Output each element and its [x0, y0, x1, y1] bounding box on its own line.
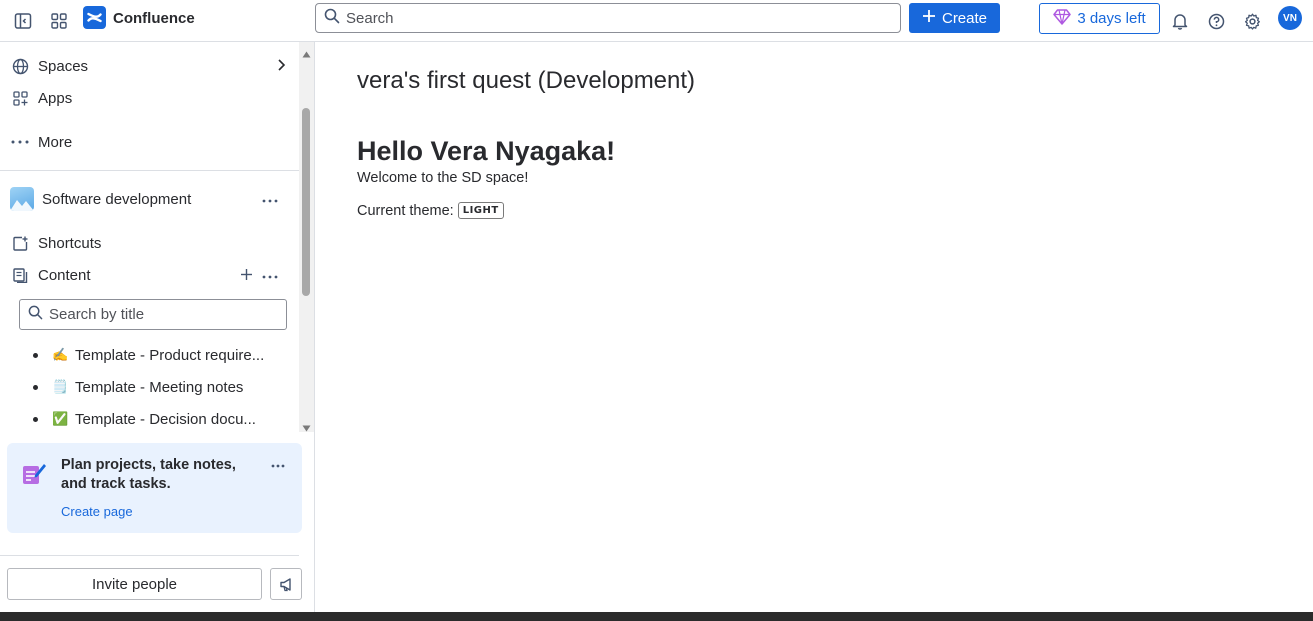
search-placeholder: Search — [346, 9, 394, 27]
sidebar-item-label: More — [38, 133, 73, 151]
promo-more-icon[interactable] — [271, 455, 285, 472]
sidebar-item-label: Shortcuts — [38, 234, 102, 252]
apps-icon — [10, 88, 30, 108]
content-more-icon[interactable] — [262, 266, 278, 283]
sidebar-item-label: Content — [38, 266, 91, 284]
os-taskbar — [0, 612, 1313, 621]
scroll-down-arrow-icon[interactable] — [302, 419, 311, 435]
check-mark-emoji-icon: ✅ — [52, 411, 69, 426]
tree-item-label: Template - Product require... — [75, 346, 265, 364]
search-icon — [28, 305, 43, 324]
space-header[interactable]: Software development — [10, 185, 191, 213]
trial-label: 3 days left — [1077, 10, 1146, 27]
create-label: Create — [941, 9, 988, 27]
globe-icon — [10, 56, 30, 76]
greeting-heading: Hello Vera Nyagaka! — [357, 136, 616, 166]
help-icon[interactable] — [1202, 7, 1230, 35]
sidebar-toggle-icon[interactable] — [9, 7, 37, 35]
sidebar-item-content[interactable]: Content — [10, 261, 91, 289]
sidebar-divider — [0, 170, 299, 171]
global-search-input[interactable]: Search — [315, 3, 901, 33]
search-icon — [324, 8, 346, 28]
sidebar-item-apps[interactable]: Apps — [10, 84, 72, 112]
welcome-text: Welcome to the SD space! — [357, 170, 529, 186]
user-avatar[interactable]: VN — [1278, 6, 1302, 30]
feedback-megaphone-icon[interactable] — [270, 568, 302, 600]
tree-item-label: Template - Decision docu... — [75, 410, 256, 428]
scroll-up-arrow-icon[interactable] — [302, 45, 311, 61]
sidebar-item-shortcuts[interactable]: Shortcuts — [10, 229, 101, 257]
sidebar-item-more[interactable]: More — [10, 128, 72, 156]
notifications-bell-icon[interactable] — [1166, 7, 1194, 35]
sidebar-scrollbar[interactable] — [299, 42, 314, 432]
create-page-link[interactable]: Create page — [61, 504, 133, 519]
search-by-title-input[interactable]: Search by title — [19, 299, 287, 330]
invite-people-button[interactable]: Invite people — [7, 568, 262, 600]
more-dots-icon — [10, 132, 30, 152]
sidebar-item-label: Apps — [38, 89, 73, 107]
top-navigation-bar: Confluence Search Create 3 days left VN — [0, 0, 1313, 42]
tree-item-decision-document[interactable]: ✅ Template - Decision docu... — [33, 407, 256, 431]
create-page-promo-card: Plan projects, take notes, and track tas… — [7, 443, 302, 533]
writing-hand-emoji-icon: ✍️ — [52, 347, 69, 362]
sidebar-footer-divider — [0, 555, 299, 556]
space-more-icon[interactable] — [262, 190, 278, 207]
app-switcher-icon[interactable] — [45, 7, 73, 35]
theme-label: Current theme: — [357, 202, 454, 219]
settings-gear-icon[interactable] — [1238, 7, 1266, 35]
title-search-placeholder: Search by title — [49, 306, 145, 323]
sidebar-item-label: Spaces — [38, 57, 89, 75]
tree-item-meeting-notes[interactable]: 🗒️ Template - Meeting notes — [33, 375, 243, 399]
diamond-icon — [1053, 8, 1072, 29]
notepad-emoji-icon: 🗒️ — [52, 379, 69, 394]
bullet — [33, 352, 38, 358]
content-pages-icon — [10, 265, 30, 285]
space-avatar-icon — [10, 187, 34, 211]
page-title: vera's first quest (Development) — [357, 67, 696, 94]
theme-badge: LIGHT — [457, 202, 504, 219]
plus-icon — [922, 9, 936, 27]
confluence-logo-icon[interactable] — [83, 6, 106, 29]
trial-days-left-button[interactable]: 3 days left — [1039, 3, 1160, 34]
add-content-plus-icon[interactable] — [240, 268, 253, 284]
scrollbar-thumb[interactable] — [302, 108, 310, 296]
main-content: vera's first quest (Development) Hello V… — [315, 42, 1313, 612]
chevron-right-icon[interactable] — [276, 58, 286, 76]
create-button[interactable]: Create — [909, 3, 1000, 33]
bullet — [33, 416, 38, 422]
bullet — [33, 384, 38, 390]
brand-name[interactable]: Confluence — [113, 10, 195, 27]
sidebar: Spaces Apps More Software development Sh… — [0, 42, 315, 612]
promo-title: Plan projects, take notes, and track tas… — [61, 457, 236, 492]
page-edit-icon — [21, 461, 47, 490]
tree-item-product-requirements[interactable]: ✍️ Template - Product require... — [33, 343, 264, 367]
sidebar-item-spaces[interactable]: Spaces — [10, 52, 286, 80]
shortcut-icon — [10, 233, 30, 253]
tree-item-label: Template - Meeting notes — [75, 378, 244, 396]
space-name: Software development — [42, 190, 192, 208]
theme-line: Current theme: LIGHT — [357, 202, 504, 219]
